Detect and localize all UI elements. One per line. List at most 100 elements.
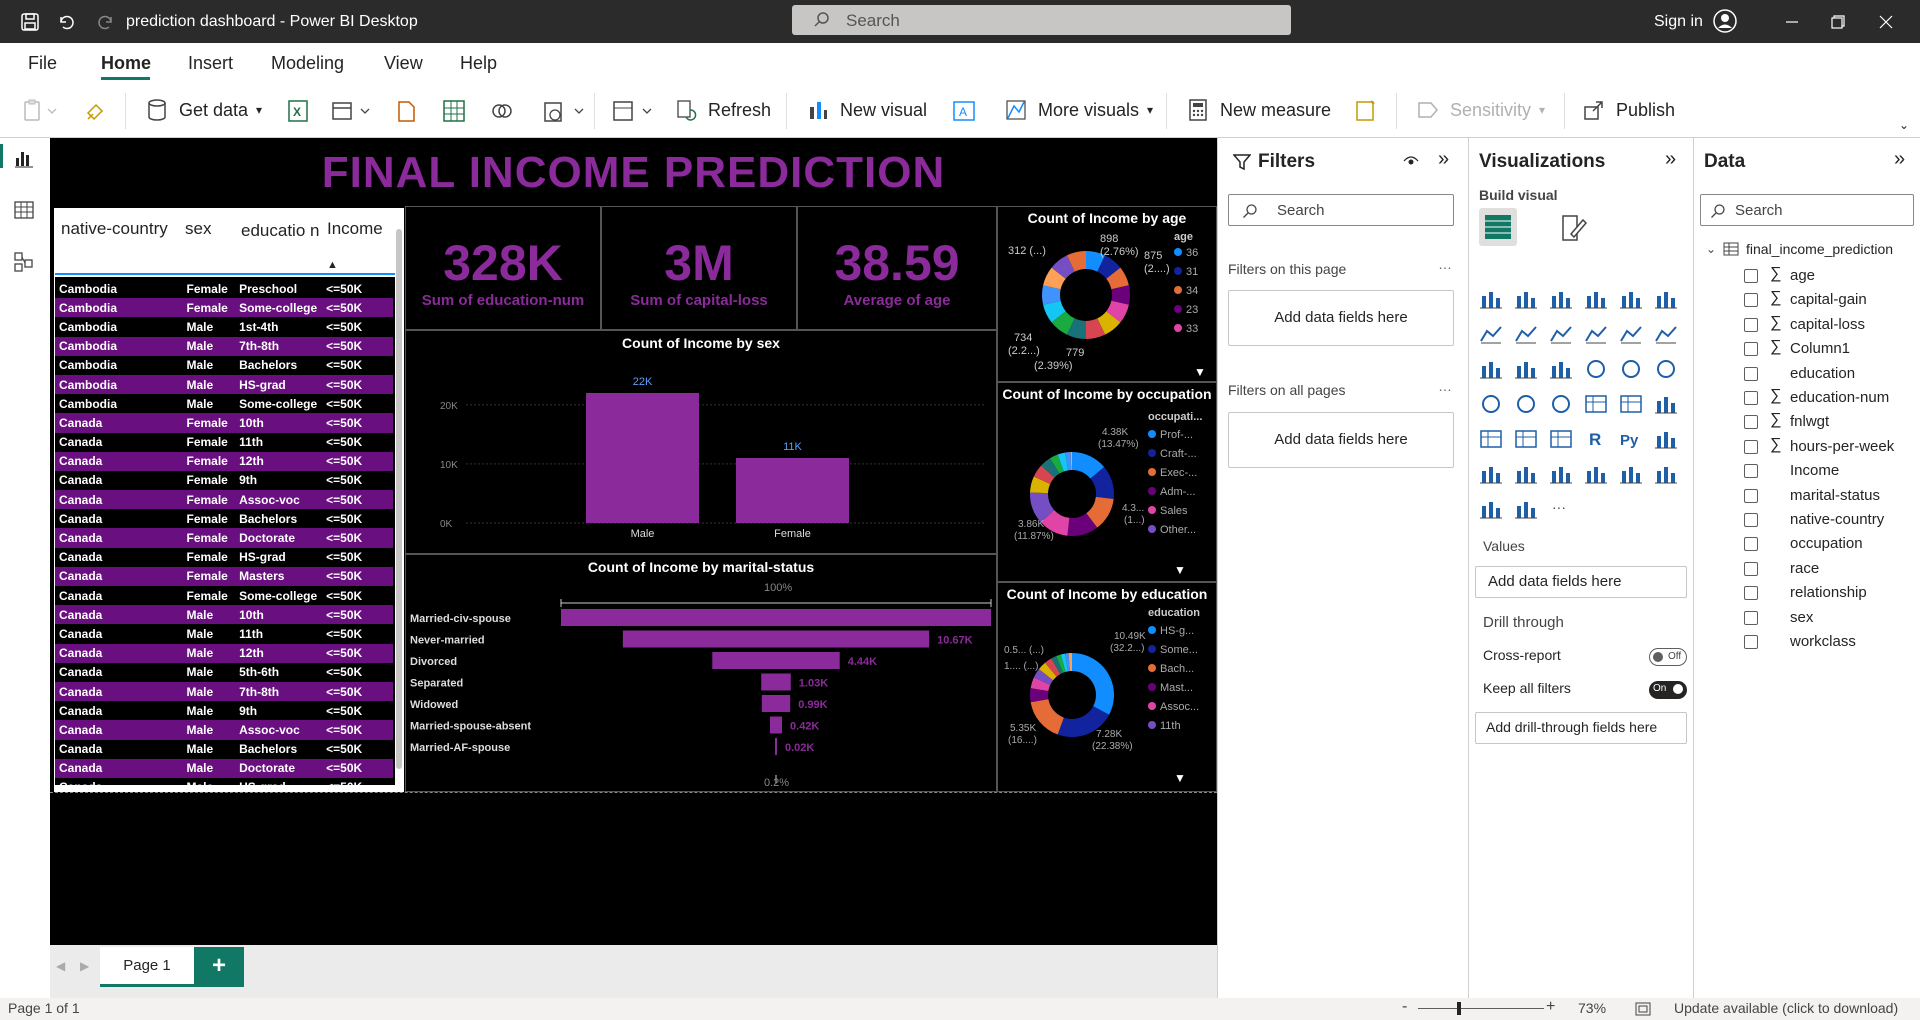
col-header-sex[interactable]: sex xyxy=(185,219,211,239)
table-visual[interactable]: native-country sex educatio n Income ▲ C… xyxy=(54,208,404,792)
report-view-icon[interactable] xyxy=(12,146,36,170)
field-checkbox[interactable] xyxy=(1744,464,1758,479)
table-row[interactable]: Canada Male 12th <=50K xyxy=(55,643,393,663)
eye-icon[interactable] xyxy=(1402,152,1420,170)
undo-icon[interactable] xyxy=(54,10,78,34)
legend-item[interactable]: Craft-... xyxy=(1148,448,1197,460)
table-row[interactable]: Canada Female 10th <=50K xyxy=(55,413,393,433)
funnel-bar[interactable] xyxy=(622,630,930,648)
filled-map-icon[interactable] xyxy=(1514,393,1538,415)
new-visual-button[interactable]: New visual xyxy=(806,95,927,125)
collapse-data-icon[interactable]: » xyxy=(1894,148,1905,171)
account-icon[interactable] xyxy=(1712,8,1738,34)
table-row[interactable]: Canada Male 7th-8th <=50K xyxy=(55,681,393,702)
drill-through-drop-zone[interactable]: Add drill-through fields here xyxy=(1475,712,1687,744)
field-item[interactable]: ∑ capital-loss xyxy=(1694,314,1920,336)
table-row[interactable]: Cambodia Female Some-college <=50K xyxy=(55,298,393,318)
fit-to-page-icon[interactable] xyxy=(1634,1001,1652,1017)
funnel-bar[interactable] xyxy=(761,695,791,712)
line-clustered-icon[interactable] xyxy=(1619,323,1643,345)
table-row[interactable]: Canada Male 10th <=50K xyxy=(55,605,393,625)
100-column-icon[interactable] xyxy=(1654,288,1678,310)
map-icon[interactable] xyxy=(1479,393,1503,415)
add-page-button[interactable]: + xyxy=(194,947,244,987)
field-checkbox[interactable] xyxy=(1744,610,1758,625)
collapse-filters-icon[interactable]: » xyxy=(1438,148,1449,171)
format-painter-icon[interactable] xyxy=(82,97,110,125)
legend-item[interactable]: Some... xyxy=(1148,644,1198,656)
table-row[interactable]: Cambodia Male Bachelors <=50K xyxy=(55,355,393,375)
legend-scroll-down-icon[interactable]: ▼ xyxy=(1174,563,1186,577)
page-tab[interactable]: Page 1 xyxy=(100,947,194,987)
scatter-icon[interactable] xyxy=(1549,358,1573,380)
filters-search-box[interactable]: Search xyxy=(1228,194,1454,226)
line-chart-icon[interactable] xyxy=(1479,323,1503,345)
tab-insert[interactable]: Insert xyxy=(188,53,233,74)
smart-narrative-icon[interactable] xyxy=(1549,463,1573,485)
bar[interactable] xyxy=(736,458,849,523)
dataverse-icon[interactable] xyxy=(488,97,516,125)
tab-file[interactable]: File xyxy=(28,53,57,74)
tab-modeling[interactable]: Modeling xyxy=(271,53,344,74)
close-icon[interactable] xyxy=(1874,10,1898,34)
table-hscrollbar[interactable] xyxy=(55,785,395,791)
legend-scroll-down-icon[interactable]: ▼ xyxy=(1194,365,1206,379)
kpi-card-capital-loss[interactable]: 3M Sum of capital-loss xyxy=(601,206,797,330)
legend-item[interactable]: 23 xyxy=(1174,304,1198,316)
line-column-icon[interactable] xyxy=(1584,323,1608,345)
ribbon-chart-icon[interactable] xyxy=(1654,323,1678,345)
excel-icon[interactable]: X xyxy=(284,97,312,125)
card-icon[interactable] xyxy=(1584,393,1608,415)
more-visuals-button[interactable]: More visuals ▾ xyxy=(1004,95,1153,125)
table-row[interactable]: Cambodia Male HS-grad <=50K xyxy=(55,374,393,395)
kpi-icon[interactable] xyxy=(1654,393,1678,415)
zoom-out-button[interactable]: - xyxy=(1402,998,1407,1016)
field-checkbox[interactable] xyxy=(1744,537,1758,552)
table-name[interactable]: final_income_prediction xyxy=(1746,241,1893,257)
values-drop-zone[interactable]: Add data fields here xyxy=(1475,566,1687,598)
cross-report-toggle[interactable]: Off xyxy=(1649,648,1687,666)
sign-in-link[interactable]: Sign in xyxy=(1654,13,1703,31)
legend-item[interactable]: Exec-... xyxy=(1148,467,1197,479)
table-row[interactable]: Canada Female Doctorate <=50K xyxy=(55,528,393,548)
field-item[interactable]: education xyxy=(1694,363,1920,385)
table-row[interactable]: Canada Male Assoc-voc <=50K xyxy=(55,720,393,740)
donut-chart-icon[interactable] xyxy=(1619,358,1643,380)
field-item[interactable]: race xyxy=(1694,558,1920,580)
matrix-icon[interactable] xyxy=(1549,428,1573,450)
treemap-icon[interactable] xyxy=(1654,358,1678,380)
field-item[interactable]: Income xyxy=(1694,460,1920,482)
field-checkbox[interactable] xyxy=(1744,269,1758,283)
table-row[interactable]: Canada Female HS-grad <=50K xyxy=(55,547,393,567)
field-item[interactable]: relationship xyxy=(1694,582,1920,604)
enter-data-icon[interactable] xyxy=(440,97,468,125)
data-hub-icon[interactable] xyxy=(330,97,372,125)
table-row[interactable]: Canada Female 11th <=50K xyxy=(55,432,393,452)
expand-chevron-icon[interactable]: ⌄ xyxy=(1706,242,1716,256)
slicer-icon[interactable] xyxy=(1479,428,1503,450)
publish-button[interactable]: Publish xyxy=(1582,95,1675,125)
field-checkbox[interactable] xyxy=(1744,293,1758,308)
table-row[interactable]: Canada Male 9th <=50K xyxy=(55,701,393,721)
field-checkbox[interactable] xyxy=(1744,415,1758,430)
clustered-column-icon[interactable] xyxy=(1584,288,1608,310)
field-checkbox[interactable] xyxy=(1744,439,1758,454)
arcgis-icon[interactable] xyxy=(1654,463,1678,485)
legend-item[interactable]: Other... xyxy=(1148,524,1196,536)
new-measure-button[interactable]: New measure xyxy=(1186,95,1331,125)
recent-sources-icon[interactable] xyxy=(540,97,588,125)
legend-scroll-down-icon[interactable]: ▼ xyxy=(1174,771,1186,785)
legend-item[interactable]: Bach... xyxy=(1148,663,1194,675)
table-row[interactable]: Cambodia Female Preschool <=50K xyxy=(55,279,393,299)
waterfall-icon[interactable] xyxy=(1479,358,1503,380)
build-visual-tab[interactable] xyxy=(1479,208,1517,246)
funnel-bar[interactable] xyxy=(561,609,991,626)
table-row[interactable]: Canada Male 11th <=50K xyxy=(55,624,393,644)
r-visual-icon[interactable]: R xyxy=(1584,428,1608,450)
refresh-button[interactable]: Refresh xyxy=(674,95,771,125)
stacked-column-icon[interactable] xyxy=(1514,288,1538,310)
table-row[interactable]: Canada Female 9th <=50K xyxy=(55,470,393,491)
100-bar-icon[interactable] xyxy=(1619,288,1643,310)
table-icon[interactable] xyxy=(1514,428,1538,450)
stacked-area-icon[interactable] xyxy=(1549,323,1573,345)
